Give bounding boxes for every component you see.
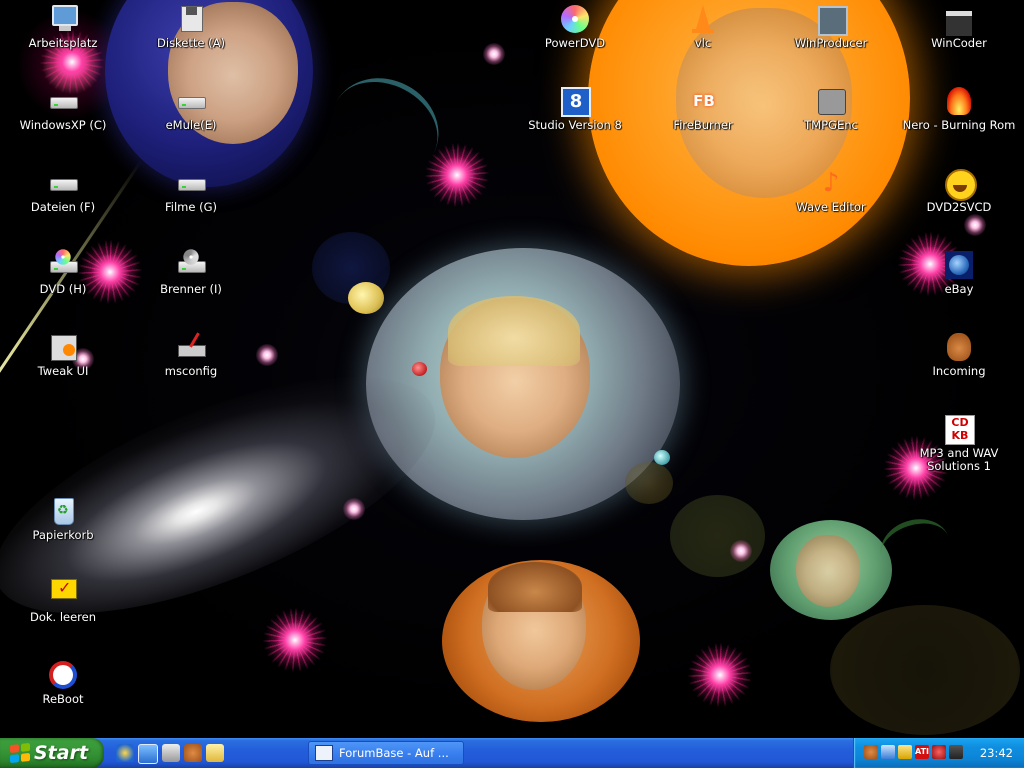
mp3-wav-icon: CD KB [943, 413, 975, 445]
pink-dot [483, 43, 505, 65]
desktop-icon-dvd2svcd[interactable]: DVD2SVCD [899, 167, 1019, 214]
desktop-icon-filme-g[interactable]: Filme (G) [131, 167, 251, 214]
desktop-icon-windowsxp-c[interactable]: WindowsXP (C) [3, 85, 123, 132]
tray-camera-icon[interactable] [949, 745, 963, 759]
ebay-icon [943, 249, 975, 281]
desktop-icon-fireburner[interactable]: FB FireBurner [643, 85, 763, 132]
browser-window-icon [315, 745, 333, 761]
hard-drive-icon [175, 85, 207, 117]
recycle-bin-icon [47, 495, 79, 527]
clock[interactable]: 23:42 [980, 746, 1013, 760]
tray-printer-icon[interactable] [898, 745, 912, 759]
cd-drive-icon [175, 249, 207, 281]
desktop-icon-tmpgenc[interactable]: TMPGEnc [771, 85, 891, 132]
incoming-icon [943, 331, 975, 363]
face-in-green-bubble [796, 535, 860, 607]
desktop-icon-winproducer[interactable]: WinProducer [771, 3, 891, 50]
desktop-icon[interactable] [138, 744, 158, 764]
desktop-icon-papierkorb[interactable]: Papierkorb [3, 495, 123, 542]
desktop-icon-arbeitsplatz[interactable]: Arbeitsplatz [3, 3, 123, 50]
desktop-icon-tweak-ui[interactable]: Tweak UI [3, 331, 123, 378]
vlc-cone-icon [687, 3, 719, 35]
desktop[interactable]: Arbeitsplatz Diskette (A) WindowsXP (C) … [0, 0, 1024, 738]
powerdvd-icon [559, 3, 591, 35]
desktop-icon-diskette[interactable]: Diskette (A) [131, 3, 251, 50]
desktop-icon-dok-leeren[interactable]: Dok. leeren [3, 577, 123, 624]
start-label: Start [34, 742, 89, 764]
desktop-icon-wave-editor[interactable]: ♪ Wave Editor [771, 167, 891, 214]
blond-hair [448, 296, 580, 366]
windows-logo-icon [10, 742, 30, 764]
faint-bubble-medium [670, 495, 765, 577]
tweak-ui-icon [47, 331, 79, 363]
msconfig-icon [175, 331, 207, 363]
desktop-icon-nero[interactable]: Nero - Burning Rom [899, 85, 1019, 132]
pink-star [688, 643, 752, 707]
my-computer-icon [47, 3, 79, 35]
desktop-icon-brenner-i[interactable]: Brenner (I) [131, 249, 251, 296]
tray-sync-icon[interactable] [932, 745, 946, 759]
quick-launch-bar [116, 744, 224, 764]
start-button[interactable]: Start [0, 738, 104, 768]
clear-documents-icon [47, 577, 79, 609]
nero-icon [943, 85, 975, 117]
desktop-icon-emule-e[interactable]: eMule(E) [131, 85, 251, 132]
system-tray: ATI 23:42 [853, 738, 1024, 768]
desktop-icon-reboot[interactable]: ReBoot [3, 659, 123, 706]
winproducer-icon [815, 3, 848, 36]
reboot-icon [47, 659, 79, 691]
faint-bubble-large [830, 605, 1020, 735]
desktop-icon-dvd-h[interactable]: DVD (H) [3, 249, 123, 296]
desktop-icon-powerdvd[interactable]: PowerDVD [515, 3, 635, 50]
tray-ati-icon[interactable]: ATI [915, 745, 929, 759]
tray-network-icon[interactable] [881, 745, 895, 759]
fireburner-icon: FB [693, 92, 715, 110]
wave-editor-icon: ♪ [822, 168, 840, 198]
desktop-icon-vlc[interactable]: vlc [643, 3, 763, 50]
brown-hair [488, 562, 582, 612]
ie-icon[interactable] [116, 744, 134, 762]
studio-icon: 8 [559, 85, 591, 117]
desktop-icon-incoming[interactable]: Incoming [899, 331, 1019, 378]
faint-bubble-small [625, 462, 673, 504]
tmpgenc-icon [815, 85, 847, 117]
folder-icon[interactable] [206, 744, 224, 762]
task-label: ForumBase - Auf ... [339, 746, 449, 760]
hard-drive-icon [175, 167, 207, 199]
taskbar-button-forumbase[interactable]: ForumBase - Auf ... [308, 741, 464, 765]
hard-drive-icon [47, 167, 79, 199]
pink-dot [730, 540, 752, 562]
desktop-icon-wincoder[interactable]: WinCoder [899, 3, 1019, 50]
taskbar: Start ForumBase - Auf ... ATI 23:42 [0, 738, 1024, 768]
wincoder-icon [943, 3, 975, 36]
mule-icon[interactable] [184, 744, 202, 762]
yellow-moon [348, 282, 384, 314]
pink-dot [256, 344, 278, 366]
pink-dot [964, 214, 986, 236]
desktop-icon-mp3-wav-solutions[interactable]: CD KB MP3 and WAV Solutions 1 [899, 413, 1019, 473]
pink-star [425, 143, 489, 207]
tray-donkey-icon[interactable] [864, 745, 878, 759]
dvd2svcd-icon [943, 167, 977, 201]
desktop-icon-studio-version-8[interactable]: 8 Studio Version 8 [515, 85, 635, 132]
dvd-drive-icon [47, 249, 79, 281]
pink-star [263, 608, 327, 672]
hard-drive-icon [47, 85, 79, 117]
media-icon[interactable] [162, 744, 180, 762]
red-ball [412, 362, 427, 376]
desktop-icon-ebay[interactable]: eBay [899, 249, 1019, 296]
floppy-drive-icon [175, 3, 207, 35]
pink-dot [343, 498, 365, 520]
desktop-icon-dateien-f[interactable]: Dateien (F) [3, 167, 123, 214]
desktop-icon-msconfig[interactable]: msconfig [131, 331, 251, 378]
